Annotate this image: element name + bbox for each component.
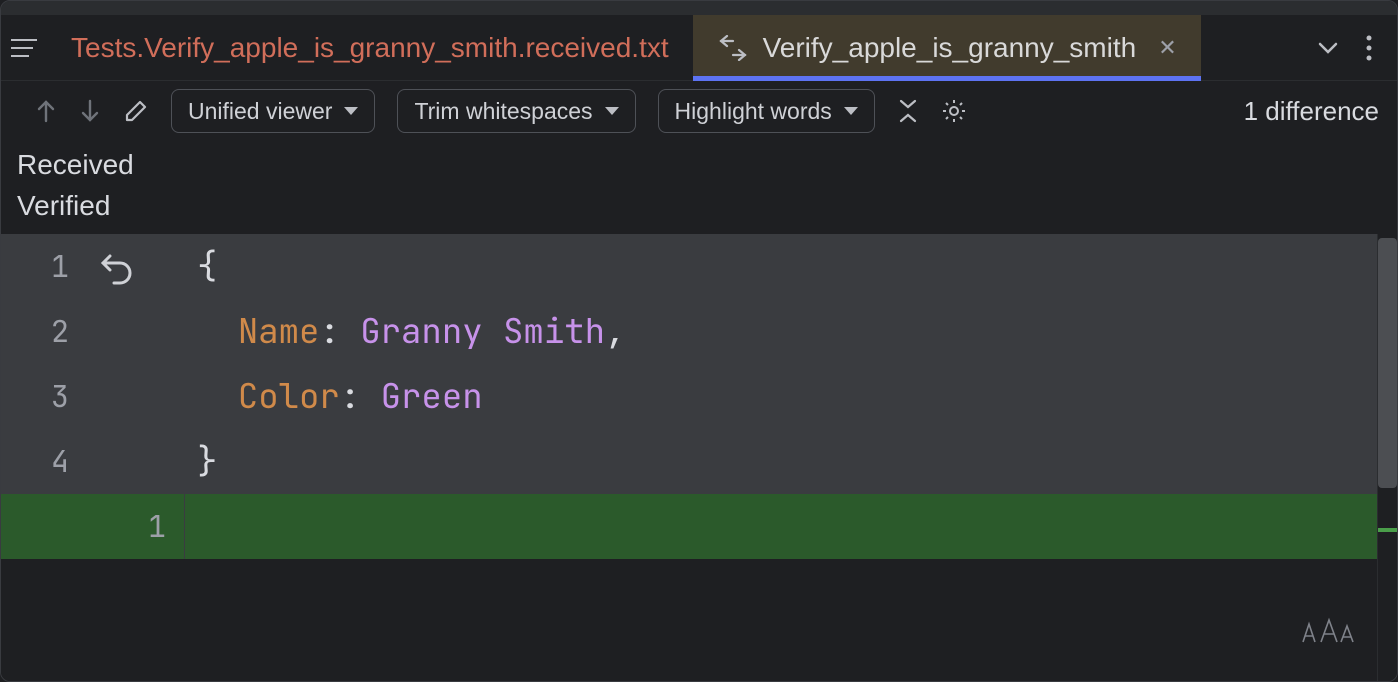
tab-verify-diff[interactable]: Verify_apple_is_granny_smith ✕ — [693, 15, 1201, 80]
font-presentation-icon[interactable] — [1299, 602, 1355, 667]
code-line: 3 Color: Green — [1, 364, 1377, 429]
received-label: Received — [17, 145, 1397, 186]
dropdown-label: Trim whitespaces — [414, 98, 592, 125]
edit-icon[interactable] — [123, 98, 149, 124]
code-line: 2 Name: Granny Smith, — [1, 299, 1377, 364]
diff-window: Tests.Verify_apple_is_granny_smith.recei… — [0, 0, 1398, 682]
diff-toolbar: Unified viewer Trim whitespaces Highligh… — [1, 81, 1397, 141]
whitespace-dropdown[interactable]: Trim whitespaces — [397, 89, 635, 133]
chevron-down-icon — [844, 107, 858, 115]
tab-bar: Tests.Verify_apple_is_granny_smith.recei… — [1, 15, 1397, 81]
json-key: Name — [238, 309, 320, 354]
prev-diff-icon[interactable] — [35, 99, 57, 123]
code-line-added: 1 — [1, 494, 1377, 559]
json-value: Green — [381, 374, 483, 419]
tab-received-file[interactable]: Tests.Verify_apple_is_granny_smith.recei… — [47, 15, 693, 80]
json-key: Color — [238, 374, 340, 419]
json-value: Granny Smith — [360, 309, 605, 354]
highlight-dropdown[interactable]: Highlight words — [658, 89, 875, 133]
line-number: 1 — [51, 234, 69, 299]
chevron-down-icon[interactable] — [1315, 35, 1341, 61]
viewer-mode-dropdown[interactable]: Unified viewer — [171, 89, 375, 133]
scrollbar-marker-rail[interactable] — [1377, 234, 1397, 681]
line-number: 1 — [148, 494, 166, 559]
diff-marker-added[interactable] — [1378, 528, 1397, 532]
panel-labels: Received Verified — [1, 141, 1397, 234]
tab-label: Tests.Verify_apple_is_granny_smith.recei… — [71, 32, 669, 64]
more-vertical-icon[interactable] — [1365, 34, 1373, 62]
code-area[interactable]: 1 { 2 Name: Granny Smith, — [1, 234, 1377, 681]
line-number: 4 — [51, 429, 69, 494]
tab-label: Verify_apple_is_granny_smith — [763, 32, 1137, 64]
scrollbar-thumb[interactable] — [1378, 238, 1397, 488]
dropdown-label: Unified viewer — [188, 98, 332, 125]
line-number: 3 — [51, 364, 69, 429]
next-diff-icon[interactable] — [79, 99, 101, 123]
diff-count-label: 1 difference — [1244, 96, 1379, 127]
titlebar-spacer — [1, 1, 1397, 15]
editor: 1 { 2 Name: Granny Smith, — [1, 234, 1397, 681]
line-number: 2 — [51, 299, 69, 364]
gear-icon[interactable] — [941, 98, 967, 124]
collapse-unchanged-icon[interactable] — [897, 98, 919, 124]
tab-actions — [1291, 15, 1397, 80]
verified-label: Verified — [17, 186, 1397, 227]
brace-close: } — [197, 439, 217, 484]
gutter: 1 — [1, 494, 185, 559]
diff-icon — [717, 35, 749, 61]
chevron-down-icon — [344, 107, 358, 115]
file-list-icon[interactable] — [1, 15, 47, 80]
rollback-icon[interactable] — [94, 249, 134, 285]
close-icon[interactable]: ✕ — [1158, 37, 1176, 59]
brace-open: { — [197, 244, 217, 289]
chevron-down-icon — [605, 107, 619, 115]
code-line: 4 } — [1, 429, 1377, 494]
dropdown-label: Highlight words — [675, 98, 832, 125]
code-line: 1 { — [1, 234, 1377, 299]
